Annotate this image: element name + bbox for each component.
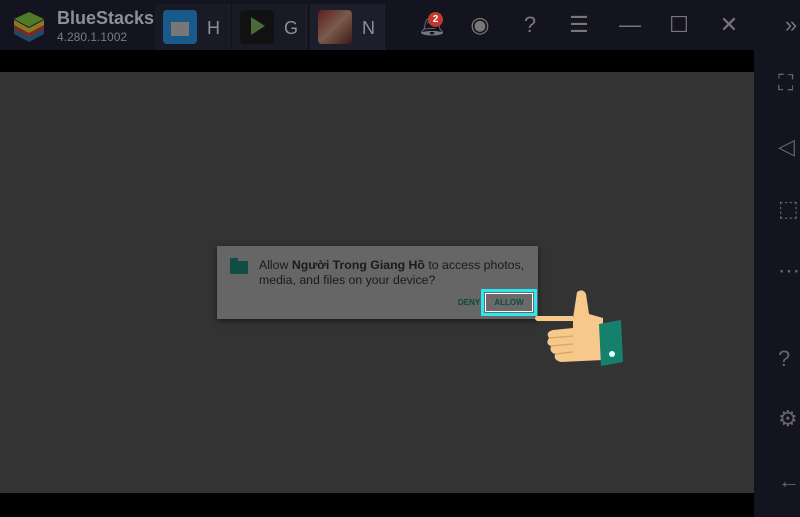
message-app-name: Người Trong Giang Hồ <box>291 258 425 272</box>
more-icon[interactable]: ⋯ <box>778 258 800 284</box>
allow-button[interactable]: ALLOW <box>481 289 537 316</box>
expand-sidebar-icon[interactable]: » <box>778 12 800 38</box>
fullscreen-icon[interactable]: ⛶ <box>778 70 793 96</box>
settings-icon[interactable]: ⚙ <box>778 406 798 432</box>
tab-home[interactable]: H <box>155 4 230 50</box>
game-icon <box>318 10 352 44</box>
tab-google-play[interactable]: G <box>232 4 307 50</box>
maximize-icon[interactable]: ☐ <box>666 12 692 38</box>
help-icon[interactable]: ? <box>517 12 543 38</box>
permission-dialog: Allow Người Trong Giang Hồ to access pho… <box>217 246 538 319</box>
notification-badge: 2 <box>428 12 443 27</box>
title-bar: BlueStacks 4.280.1.1002 H G N 🔔︎ 2 ◉ ? ☰… <box>0 0 800 50</box>
account-icon[interactable]: ◉ <box>467 12 493 38</box>
pointing-hand-icon <box>535 290 623 366</box>
menu-icon[interactable]: ☰ <box>566 12 592 38</box>
help-icon[interactable]: ? <box>778 346 790 372</box>
folder-icon <box>230 258 248 274</box>
back-icon[interactable]: ← <box>778 468 800 494</box>
close-icon[interactable]: ✕ <box>716 12 742 38</box>
permission-message: Allow Người Trong Giang Hồ to access pho… <box>259 258 529 288</box>
volume-mute-icon[interactable]: ◁ <box>778 134 795 160</box>
deny-button[interactable]: DENY <box>458 298 480 307</box>
tab-label: N <box>362 18 375 38</box>
tab-label: H <box>207 18 220 38</box>
tab-label: G <box>284 18 299 38</box>
bluestacks-logo-icon <box>14 12 44 42</box>
google-play-icon <box>240 10 274 44</box>
right-sidebar: ⛶ ◁ ⬚ ⋯ ? ⚙ ← <box>754 50 800 517</box>
screen-select-icon[interactable]: ⬚ <box>778 196 799 222</box>
app-name: BlueStacks <box>57 8 155 28</box>
message-prefix: Allow <box>259 258 292 272</box>
app-version: 4.280.1.1002 <box>57 30 128 44</box>
home-icon <box>163 10 197 44</box>
minimize-icon[interactable]: — <box>617 12 643 38</box>
tab-game[interactable]: N <box>310 4 385 50</box>
